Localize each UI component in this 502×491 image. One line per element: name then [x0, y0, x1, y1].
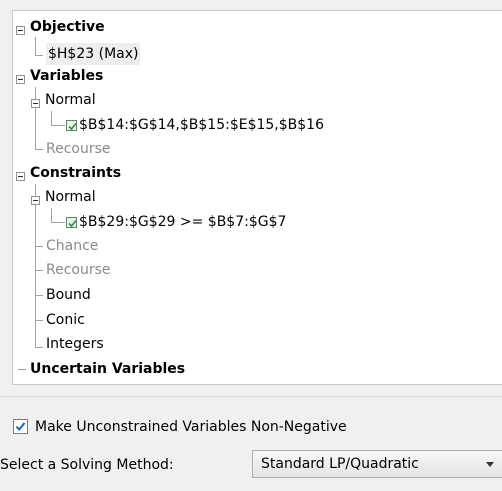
- solving-method-label: Select a Solving Method:: [0, 457, 174, 473]
- tree-variables[interactable]: Variables: [30, 65, 103, 87]
- nonnegative-label: Make Unconstrained Variables Non-Negativ…: [35, 419, 347, 435]
- tree-line: [51, 222, 65, 223]
- item-check-icon: [66, 120, 77, 131]
- tree-line: [35, 347, 43, 348]
- tree-con-integers[interactable]: Integers: [46, 333, 104, 355]
- collapse-con-normal-icon[interactable]: [31, 196, 40, 205]
- tree-uncertain-variables[interactable]: Uncertain Variables: [30, 358, 185, 380]
- tree-line: [35, 184, 36, 347]
- tree-line: [35, 320, 43, 321]
- collapse-objective-icon[interactable]: [16, 26, 25, 35]
- chevron-down-icon: [486, 462, 494, 467]
- divider: [0, 396, 502, 397]
- checkmark-icon: [15, 422, 26, 432]
- collapse-var-normal-icon[interactable]: [31, 99, 40, 108]
- tree-line: [51, 125, 65, 126]
- tree-con-recourse[interactable]: Recourse: [46, 259, 111, 281]
- model-tree[interactable]: Objective $H$23 (Max) Variables Normal $…: [12, 10, 502, 385]
- tree-con-normal[interactable]: Normal: [45, 186, 96, 208]
- tree-constraints[interactable]: Constraints: [30, 162, 121, 184]
- tree-line: [51, 111, 52, 125]
- item-check-icon: [66, 217, 77, 228]
- tree-con-bound[interactable]: Bound: [46, 284, 91, 306]
- tree-line: [35, 87, 36, 149]
- tree-con-chance[interactable]: Chance: [46, 235, 98, 257]
- nonnegative-checkbox[interactable]: [13, 419, 28, 434]
- tree-line: [51, 208, 52, 222]
- tree-var-recourse[interactable]: Recourse: [46, 138, 111, 160]
- collapse-constraints-icon[interactable]: [16, 172, 25, 181]
- tree-line: [35, 37, 36, 55]
- tree-line: [35, 149, 43, 150]
- tree-line: [35, 270, 43, 271]
- tree-var-normal[interactable]: Normal: [45, 89, 96, 111]
- solving-method-value: Standard LP/Quadratic: [261, 456, 419, 472]
- tree-line: [18, 369, 26, 370]
- tree-objective[interactable]: Objective: [30, 16, 105, 38]
- objective-cell[interactable]: $H$23 (Max): [46, 43, 141, 65]
- con-normal-item[interactable]: $B$29:$G$29 >= $B$7:$G$7: [79, 211, 286, 233]
- var-normal-item[interactable]: $B$14:$G$14,$B$15:$E$15,$B$16: [79, 114, 324, 136]
- collapse-variables-icon[interactable]: [16, 75, 25, 84]
- tree-line: [35, 55, 43, 56]
- tree-con-conic[interactable]: Conic: [46, 309, 85, 331]
- tree-line: [35, 246, 43, 247]
- tree-line: [35, 295, 43, 296]
- solving-method-select[interactable]: Standard LP/Quadratic: [252, 450, 502, 478]
